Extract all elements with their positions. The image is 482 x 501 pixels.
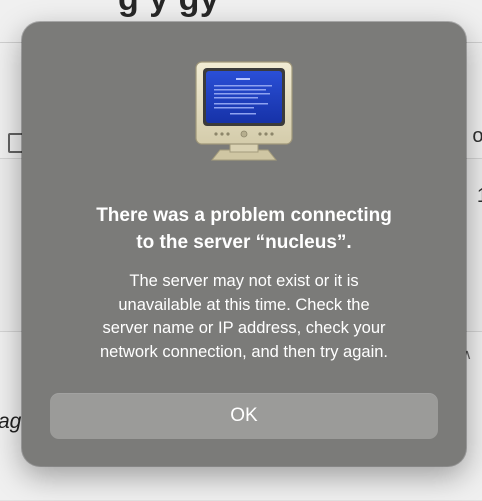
ok-button[interactable]: OK — [50, 393, 438, 439]
alert-message-line: unavailable at this time. Check the — [118, 295, 370, 314]
alert-message-line: network connection, and then try again. — [99, 342, 389, 361]
alert-title: There was a problem connecting to the se… — [42, 202, 446, 256]
alert-dialog: There was a problem connecting to the se… — [22, 22, 466, 466]
alert-message-line: server name or IP address, check your — [102, 319, 386, 337]
alert-title-line: to the server “nucleus”. — [136, 232, 352, 253]
crt-monitor-icon — [195, 61, 293, 161]
alert-message: The server may not exist or it is unavai… — [52, 270, 436, 364]
alert-title-line: There was a problem connecting — [96, 205, 392, 226]
alert-message-line: The server may not exist or it is — [129, 272, 359, 290]
